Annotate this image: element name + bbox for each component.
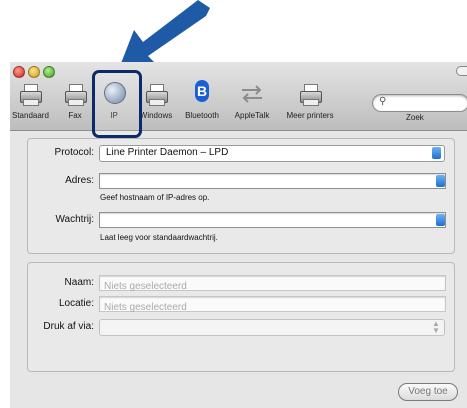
printer-icon (295, 78, 325, 108)
select-arrows-icon: ▲ ▼ (432, 319, 440, 335)
ip-highlight-box (92, 70, 142, 138)
toolbar-label: Windows (139, 111, 173, 120)
toolbar-label: Fax (68, 111, 82, 120)
appletalk-arrows-icon (237, 78, 267, 108)
naam-placeholder: Niets geselecteerd (104, 281, 187, 292)
wachtrij-field[interactable] (99, 212, 446, 228)
fax-printer-icon (60, 78, 90, 108)
toolbar-item-bluetooth[interactable]: B Bluetooth (180, 78, 224, 124)
windows-printer-icon (141, 78, 171, 108)
search-icon: ⚲ (379, 96, 387, 107)
toolbar-label: AppleTalk (234, 111, 270, 120)
protocol-value: Line Printer Daemon – LPD (106, 147, 229, 158)
locatie-placeholder: Niets geselecteerd (104, 302, 187, 313)
adres-value (100, 179, 104, 190)
combo-arrow-icon[interactable] (436, 214, 445, 226)
search-label: Zoek (406, 113, 424, 122)
bluetooth-icon: B (187, 78, 217, 108)
toolbar-toggle-button[interactable] (456, 66, 467, 76)
toolbar-item-meer-printers[interactable]: Meer printers (280, 78, 340, 124)
combo-arrow-icon[interactable] (436, 175, 445, 187)
printer-icon (15, 78, 45, 108)
toolbar-label: Meer printers (286, 111, 334, 120)
minimize-button[interactable] (28, 66, 40, 78)
toolbar-label: Bluetooth (185, 111, 219, 120)
naam-label: Naam: (64, 277, 94, 288)
toolbar-item-appletalk[interactable]: AppleTalk (228, 78, 276, 124)
toolbar-item-standaard[interactable]: Standaard (12, 78, 49, 124)
protocol-label: Protocol: (54, 147, 94, 158)
add-button[interactable]: Voeg toe (398, 383, 458, 401)
toolbar-item-fax[interactable]: Fax (58, 78, 92, 124)
wachtrij-value (100, 218, 104, 229)
protocol-select[interactable]: Line Printer Daemon – LPD (99, 145, 445, 162)
toolbar-label: Standaard (12, 111, 49, 120)
druk-af-via-label: Druk af via: (43, 321, 94, 332)
zoom-button[interactable] (43, 66, 55, 78)
close-button[interactable] (13, 66, 25, 78)
wachtrij-label: Wachtrij: (55, 214, 94, 225)
druk-af-via-select[interactable]: ▲ ▼ (99, 319, 445, 336)
locatie-label: Locatie: (58, 298, 94, 309)
toolbar-item-windows[interactable]: Windows (136, 78, 176, 124)
locatie-field[interactable]: Niets geselecteerd (99, 296, 446, 313)
adres-field[interactable] (99, 173, 446, 189)
select-arrows-icon (432, 147, 441, 159)
wachtrij-help: Laat leeg voor standaardwachtrij. (100, 233, 218, 242)
naam-field[interactable]: Niets geselecteerd (99, 275, 446, 292)
adres-help: Geef hostnaam of IP-adres op. (100, 193, 210, 202)
adres-label: Adres: (65, 175, 94, 186)
search-input[interactable]: ⚲ (372, 94, 467, 112)
